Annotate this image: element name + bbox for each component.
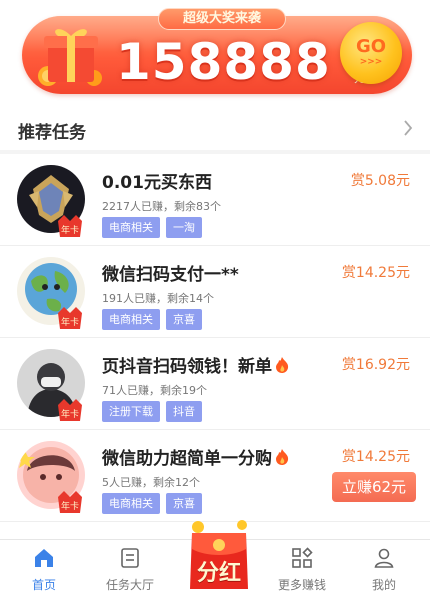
task-tags: 注册下载 抖音 xyxy=(102,401,202,422)
task-item[interactable]: 年卡 微信助力超简单一分购 5人已赚，剩余12个 电商相关 京喜 赏14.25元… xyxy=(0,430,430,522)
task-reward: 赏5.08元 xyxy=(350,173,410,189)
nav-more-earn[interactable]: 更多赚钱 xyxy=(262,546,342,593)
task-meta: 5人已赚，剩余12个 xyxy=(102,476,200,489)
grid-icon xyxy=(292,547,313,568)
nav-home[interactable]: 首页 xyxy=(4,546,84,593)
task-reward: 赏14.25元 xyxy=(341,449,410,465)
task-tag: 电商相关 xyxy=(102,309,160,330)
task-meta: 191人已赚，剩余14个 xyxy=(102,292,214,305)
task-list-icon xyxy=(121,548,139,568)
task-tags: 电商相关 京喜 xyxy=(102,309,202,330)
task-tag: 京喜 xyxy=(166,493,202,514)
jackpot-banner[interactable]: 超级大奖来袭 158888 元 GO >>> xyxy=(22,8,412,94)
task-title: 微信助力超简单一分购 xyxy=(102,444,290,469)
task-tags: 电商相关 京喜 xyxy=(102,493,202,514)
nav-label: 我的 xyxy=(371,578,396,592)
nav-label: 更多赚钱 xyxy=(277,578,326,592)
task-tag: 电商相关 xyxy=(102,493,160,514)
task-title: 0.01元买东西 xyxy=(102,173,212,193)
task-title: 页抖音扫码领钱！新单 xyxy=(102,352,290,377)
red-packet-label: 分红 xyxy=(196,561,241,586)
banner-tag: 超级大奖来袭 xyxy=(158,8,286,30)
nav-label: 任务大厅 xyxy=(105,578,154,592)
jackpot-amount: 158888 xyxy=(116,33,331,91)
fire-icon xyxy=(276,449,289,465)
task-tag: 抖音 xyxy=(166,401,202,422)
task-item[interactable]: 年卡 页抖音扫码领钱！新单 71人已赚，剩余19个 注册下载 抖音 赏16.92… xyxy=(0,338,430,430)
task-meta: 71人已赚，剩余19个 xyxy=(102,384,207,397)
task-title-text: 页抖音扫码领钱！新单 xyxy=(102,357,272,377)
nav-mine[interactable]: 我的 xyxy=(344,546,424,593)
year-card-badge-icon: 年卡 xyxy=(58,399,82,421)
go-arrows: >>> xyxy=(359,57,383,67)
task-tag: 京喜 xyxy=(166,309,202,330)
go-label: GO xyxy=(355,36,387,57)
gift-box-icon xyxy=(38,29,102,86)
nav-label: 首页 xyxy=(31,578,56,592)
recommended-tasks-header[interactable]: 推荐任务 xyxy=(0,110,430,148)
svg-text:年卡: 年卡 xyxy=(61,500,79,512)
dividend-red-packet-button[interactable]: 分红 xyxy=(182,515,256,591)
task-tag: 一淘 xyxy=(166,217,202,238)
home-icon xyxy=(35,549,53,567)
task-title-text: 微信助力超简单一分购 xyxy=(102,449,272,469)
year-card-badge-icon: 年卡 xyxy=(58,491,82,513)
nav-task-hall[interactable]: 任务大厅 xyxy=(90,546,170,593)
section-title: 推荐任务 xyxy=(18,123,86,143)
year-card-badge-icon: 年卡 xyxy=(58,307,82,329)
year-card-badge-icon: 年卡 xyxy=(58,215,82,237)
task-reward: 赏14.25元 xyxy=(341,265,410,281)
task-tag: 注册下载 xyxy=(102,401,160,422)
chevron-right-icon xyxy=(404,120,413,136)
earn-now-button[interactable]: 立赚62元 xyxy=(332,472,416,502)
task-item[interactable]: 年卡 微信扫码支付一** 191人已赚，剩余14个 电商相关 京喜 赏14.25… xyxy=(0,246,430,338)
svg-text:年卡: 年卡 xyxy=(61,224,79,236)
task-tags: 电商相关 一淘 xyxy=(102,217,202,238)
task-reward: 赏16.92元 xyxy=(341,357,410,373)
user-icon xyxy=(374,548,394,568)
task-title: 微信扫码支付一** xyxy=(102,265,239,285)
svg-text:年卡: 年卡 xyxy=(61,316,79,328)
go-button[interactable]: GO >>> xyxy=(340,22,402,84)
fire-icon xyxy=(276,357,289,373)
task-item[interactable]: 年卡 0.01元买东西 2217人已赚，剩余83个 电商相关 一淘 赏5.08元 xyxy=(0,154,430,246)
svg-text:年卡: 年卡 xyxy=(61,408,79,420)
task-tag: 电商相关 xyxy=(102,217,160,238)
task-meta: 2217人已赚，剩余83个 xyxy=(102,200,221,213)
